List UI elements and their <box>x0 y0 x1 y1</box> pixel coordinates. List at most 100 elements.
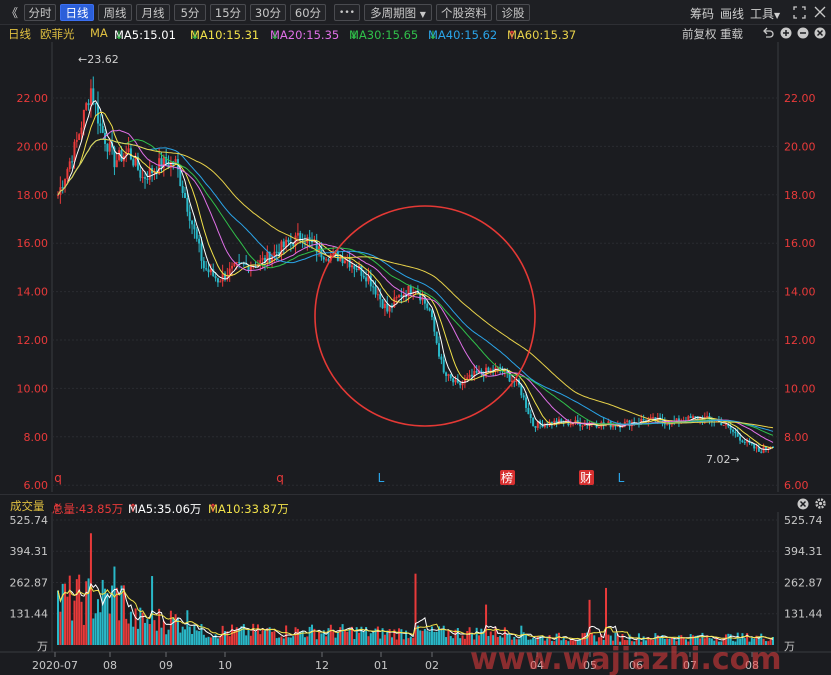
period-tab-weekly[interactable]: 周线 <box>98 4 132 21</box>
volume-bar <box>383 634 386 645</box>
candle-body <box>61 187 64 189</box>
tools-dropdown[interactable]: 工具▼ <box>750 5 780 22</box>
zoom-out-icon[interactable] <box>797 27 809 39</box>
reload-button[interactable]: 重载 <box>720 26 743 42</box>
candle-body <box>532 418 535 427</box>
volume-bar <box>256 624 259 645</box>
volume-unit-left: 万 <box>37 640 48 653</box>
volume-bar <box>379 638 382 645</box>
candle-body <box>732 429 735 432</box>
volume-bar <box>325 636 328 645</box>
candle-body <box>200 243 203 261</box>
diagnose-button[interactable]: 诊股 <box>496 4 530 21</box>
candle-body <box>115 160 118 168</box>
volume-unit-right: 万 <box>784 640 795 653</box>
candle-body <box>743 442 746 444</box>
candle-body <box>689 416 692 419</box>
candle-body <box>668 423 671 425</box>
volume-bar <box>205 637 208 645</box>
volume-bar <box>315 639 318 645</box>
x-axis-label: 12 <box>315 659 329 672</box>
back-button[interactable]: 《 <box>6 4 18 21</box>
x-axis-label: 09 <box>159 659 173 672</box>
period-tab-monthly[interactable]: 月线 <box>136 4 170 21</box>
fullscreen-icon[interactable] <box>793 6 806 19</box>
volume-bar <box>127 623 130 645</box>
close-icon[interactable] <box>814 6 826 18</box>
period-tab-intraday[interactable]: 分时 <box>24 4 56 21</box>
volume-bar <box>449 636 452 645</box>
volume-bar <box>433 631 436 645</box>
price-tick-left: 14.00 <box>17 286 49 299</box>
candle-body <box>287 239 290 243</box>
price-tick-right: 14.00 <box>784 286 816 299</box>
volume-bar <box>219 636 222 645</box>
settings-gear-icon[interactable] <box>814 497 827 510</box>
draw-line-button[interactable]: 画线 <box>720 5 744 22</box>
volume-bar <box>94 613 97 645</box>
event-marker[interactable]: L <box>378 471 385 485</box>
candlestick-chart[interactable]: 22.00 22.00 20.00 20.00 18.00 18.00 16.00 16.00… <box>0 42 831 492</box>
volume-bar <box>113 566 116 645</box>
candle-body <box>395 297 398 299</box>
candle-body <box>216 278 219 283</box>
volume-bar <box>261 628 264 645</box>
price-tick-left: 12.00 <box>17 334 49 347</box>
candle-body <box>459 382 462 386</box>
close-volume-icon[interactable] <box>797 498 809 510</box>
volume-bar <box>275 638 278 645</box>
candle-body <box>66 169 69 179</box>
volume-bar <box>395 639 398 645</box>
volume-bar <box>398 628 401 645</box>
volume-tick-left: 525.74 <box>10 514 49 527</box>
volume-bar <box>252 623 255 645</box>
price-tick-right: 12.00 <box>784 334 816 347</box>
candle-body <box>273 251 276 257</box>
multi-period-dropdown[interactable]: 多周期图 ▼ <box>364 4 432 21</box>
candle-body <box>372 286 375 288</box>
volume-bar <box>136 628 139 645</box>
candle-body <box>355 268 358 270</box>
volume-tick-left: 394.31 <box>10 545 49 558</box>
period-tab-5min[interactable]: 5分 <box>174 4 206 21</box>
event-marker[interactable]: q <box>276 471 284 485</box>
more-periods-button[interactable]: ••• <box>334 4 360 21</box>
period-tab-30min[interactable]: 30分 <box>250 4 286 21</box>
volume-bar <box>144 622 147 645</box>
stock-profile-button[interactable]: 个股资料 <box>436 4 492 21</box>
indicator-info-bar: 日线 欧菲光 MA MA5:15.01 ↓ MA10:15.31 ↓ MA20:15… <box>0 24 831 42</box>
volume-bar <box>588 599 591 645</box>
volume-bar <box>294 627 297 645</box>
period-tab-daily[interactable]: 日线 <box>60 4 94 21</box>
price-tick-right: 6.00 <box>784 479 809 492</box>
volume-bar <box>73 600 76 645</box>
adjust-button[interactable]: 前复权 <box>682 26 717 42</box>
candle-body <box>525 397 528 408</box>
volume-chart[interactable]: 525.74 525.74 394.31 394.31 262.87 262.87 131.… <box>0 512 831 675</box>
volume-bar <box>280 636 283 645</box>
candle-body <box>442 359 445 373</box>
close-panel-icon[interactable] <box>814 27 826 39</box>
candle-body <box>191 220 194 225</box>
indicator-name[interactable]: MA <box>90 26 108 40</box>
undo-icon[interactable] <box>762 27 774 39</box>
chips-button[interactable]: 筹码 <box>690 5 714 22</box>
period-tab-15min[interactable]: 15分 <box>210 4 246 21</box>
zoom-in-icon[interactable] <box>780 27 792 39</box>
event-marker[interactable]: 榜 <box>501 470 513 485</box>
event-marker[interactable]: q <box>54 471 62 485</box>
volume-bar <box>428 631 431 645</box>
period-tab-60min[interactable]: 60分 <box>290 4 326 21</box>
candle-body <box>447 374 450 376</box>
event-marker[interactable]: 财 <box>580 471 592 485</box>
volume-bar <box>308 626 311 645</box>
candle-body <box>612 425 615 428</box>
volume-bar <box>311 624 314 645</box>
candle-body <box>85 103 88 110</box>
volume-bar <box>139 607 142 645</box>
candle-body <box>534 426 537 428</box>
volume-bar <box>99 612 102 645</box>
volume-bar <box>414 573 417 645</box>
event-marker[interactable]: L <box>618 471 625 485</box>
volume-bar <box>188 626 191 645</box>
